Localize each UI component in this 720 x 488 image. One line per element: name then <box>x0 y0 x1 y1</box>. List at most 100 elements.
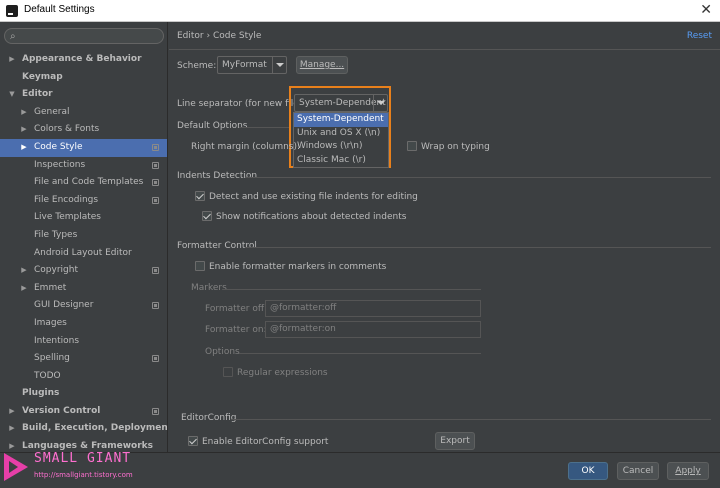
header-divider <box>169 49 720 50</box>
scheme-value: MyFormat <box>222 60 267 70</box>
notify-indents-checkbox[interactable] <box>202 211 212 221</box>
reset-link[interactable]: Reset <box>687 31 712 41</box>
formatter-markers-checkbox[interactable] <box>195 261 205 271</box>
sidebar-item-keymap[interactable]: Keymap <box>0 69 167 87</box>
line-separator-select[interactable]: System-Dependent <box>294 94 388 112</box>
sidebar-item-spelling[interactable]: Spelling <box>0 350 167 368</box>
sidebar-item-gui-designer[interactable]: GUI Designer <box>0 297 167 315</box>
sidebar-item-code-style[interactable]: ▶ Code Style <box>0 138 167 157</box>
chevron-right-icon[interactable]: ▶ <box>8 420 16 438</box>
formatter-on-label: Formatter on: <box>205 325 267 335</box>
wrap-on-typing-checkbox[interactable] <box>407 141 417 151</box>
sidebar-item-file-types[interactable]: File Types <box>0 227 167 245</box>
sidebar-item-label: TODO <box>34 370 61 381</box>
sidebar-item-appearance-behavior[interactable]: ▶ Appearance & Behavior <box>0 51 167 69</box>
chevron-right-icon[interactable]: ▶ <box>20 139 28 157</box>
detect-indents-label: Detect and use existing file indents for… <box>209 192 418 202</box>
sidebar-item-label: Emmet <box>34 282 67 293</box>
watermark-url: http://smallgiant.tistory.com <box>34 471 133 479</box>
sidebar-item-file-and-code-templates[interactable]: File and Code Templates <box>0 174 167 192</box>
sidebar-item-live-templates[interactable]: Live Templates <box>0 209 167 227</box>
apply-label: Apply <box>675 466 701 476</box>
detect-indents-checkbox[interactable] <box>195 191 205 201</box>
sidebar-item-label: Copyright <box>34 265 78 276</box>
sidebar-item-colors-fonts[interactable]: ▶ Colors & Fonts <box>0 121 167 139</box>
scheme-select[interactable]: MyFormat <box>217 56 287 74</box>
window-title: Default Settings <box>24 4 95 15</box>
manage-button[interactable]: Manage... <box>296 56 348 74</box>
line-separator-dropdown: System-Dependent Unix and OS X (\n) Window… <box>293 112 389 168</box>
apply-button[interactable]: Apply <box>667 462 709 480</box>
sidebar-item-emmet[interactable]: ▶ Emmet <box>0 280 167 298</box>
breadcrumb: Editor › Code Style <box>177 31 262 41</box>
formatter-off-field[interactable]: @formatter:off <box>265 300 481 317</box>
editorconfig-checkbox[interactable] <box>188 436 198 446</box>
sidebar-item-images[interactable]: Images <box>0 315 167 333</box>
formatter-title: Formatter Control <box>177 241 257 251</box>
project-scope-icon <box>152 355 159 363</box>
chevron-down-icon[interactable]: ▼ <box>8 86 16 104</box>
sidebar-item-inspections[interactable]: Inspections <box>0 157 167 175</box>
sidebar-item-label: General <box>34 106 70 117</box>
chevron-right-icon[interactable]: ▶ <box>8 51 16 69</box>
chevron-right-icon[interactable]: ▶ <box>8 403 16 421</box>
export-button[interactable]: Export <box>435 432 475 450</box>
sidebar-item-label: Code Style <box>34 141 83 152</box>
scheme-label: Scheme: <box>177 61 217 71</box>
sidebar-item-android-layout-editor[interactable]: Android Layout Editor <box>0 245 167 263</box>
title-bar: Default Settings ✕ <box>0 0 720 22</box>
project-scope-icon <box>152 267 159 275</box>
sidebar-item-general[interactable]: ▶ General <box>0 104 167 122</box>
sidebar-item-copyright[interactable]: ▶ Copyright <box>0 262 167 280</box>
markers-title: Markers <box>191 283 227 293</box>
sidebar-item-plugins[interactable]: Plugins <box>0 385 167 403</box>
sidebar-item-label: File Encodings <box>34 194 99 205</box>
sidebar-item-label: File Types <box>34 229 78 240</box>
section-divider <box>239 127 289 128</box>
section-divider <box>223 289 481 290</box>
cancel-button[interactable]: Cancel <box>617 462 659 480</box>
regex-checkbox[interactable] <box>223 367 233 377</box>
chevron-right-icon[interactable]: ▶ <box>20 121 28 139</box>
chevron-right-icon[interactable]: ▶ <box>20 262 28 280</box>
chevron-right-icon[interactable]: ▶ <box>20 280 28 298</box>
line-separator-option[interactable]: Unix and OS X (\n) <box>294 127 388 141</box>
formatter-off-label: Formatter off: <box>205 304 268 314</box>
close-icon[interactable]: ✕ <box>700 2 712 18</box>
app-icon <box>6 5 18 17</box>
ok-button[interactable]: OK <box>568 462 608 480</box>
chevron-down-icon <box>373 95 387 111</box>
watermark: SMALL GIANT http://smallgiant.tistory.co… <box>4 447 154 487</box>
project-scope-icon <box>152 302 159 310</box>
play-logo-icon <box>4 453 28 481</box>
sidebar-item-label: Version Control <box>22 405 101 416</box>
project-scope-icon <box>152 196 159 204</box>
section-divider <box>245 247 711 248</box>
notify-indents-label: Show notifications about detected indent… <box>216 212 407 222</box>
sidebar-item-todo[interactable]: TODO <box>0 368 167 386</box>
sidebar-item-version-control[interactable]: ▶ Version Control <box>0 403 167 421</box>
formatter-on-field[interactable]: @formatter:on <box>265 321 481 338</box>
section-divider <box>245 177 711 178</box>
formatter-off-value: @formatter:off <box>270 303 337 313</box>
project-scope-icon <box>152 179 159 187</box>
sidebar-item-label: Spelling <box>34 353 70 364</box>
indents-title: Indents Detection <box>177 171 258 181</box>
sidebar-item-build-execution-deployment[interactable]: ▶ Build, Execution, Deployment <box>0 420 167 438</box>
project-scope-icon <box>152 143 159 151</box>
project-scope-icon <box>152 407 159 415</box>
sidebar-item-label: Live Templates <box>34 212 101 223</box>
sidebar-item-intentions[interactable]: Intentions <box>0 333 167 351</box>
chevron-right-icon[interactable]: ▶ <box>20 104 28 122</box>
search-icon: ⌕ <box>10 31 16 42</box>
settings-search[interactable]: ⌕ <box>4 28 164 44</box>
chevron-down-icon <box>272 57 286 73</box>
default-options-title: Default Options <box>177 121 248 131</box>
line-separator-option[interactable]: System-Dependent <box>294 113 388 127</box>
sidebar-item-label: Colors & Fonts <box>34 124 100 135</box>
search-input[interactable] <box>23 30 159 42</box>
sidebar-item-file-encodings[interactable]: File Encodings <box>0 192 167 210</box>
line-separator-option[interactable]: Windows (\r\n) <box>294 140 388 154</box>
line-separator-option[interactable]: Classic Mac (\r) <box>294 154 388 168</box>
sidebar-item-editor[interactable]: ▼ Editor <box>0 86 167 104</box>
